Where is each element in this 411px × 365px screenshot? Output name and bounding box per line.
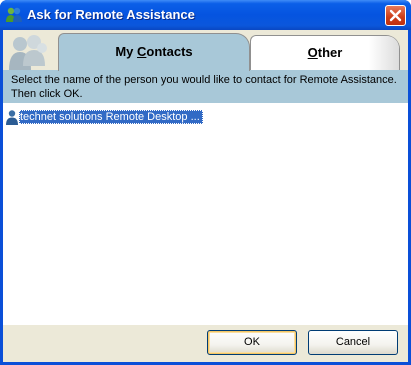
tab-my-contacts-label: My Contacts <box>115 44 193 59</box>
tab-other[interactable]: Other <box>250 35 400 71</box>
title-bar[interactable]: Ask for Remote Assistance <box>0 0 411 30</box>
window-title: Ask for Remote Assistance <box>27 7 195 22</box>
contact-icon <box>6 110 18 125</box>
cancel-button[interactable]: Cancel <box>308 330 398 355</box>
button-bar: OK Cancel <box>3 325 408 362</box>
contact-name[interactable]: technet solutions Remote Desktop ... <box>19 110 203 124</box>
contact-list[interactable]: technet solutions Remote Desktop ... <box>3 103 408 325</box>
tab-other-label: Other <box>307 45 343 60</box>
tab-my-contacts[interactable]: My Contacts <box>58 33 250 71</box>
ok-button[interactable]: OK <box>207 330 297 355</box>
remote-assistance-icon <box>6 7 22 22</box>
dialog-client-area: My Contacts Other Select the name of the… <box>3 30 408 362</box>
messenger-people-icon <box>9 35 47 70</box>
instructions-text: Select the name of the person you would … <box>3 70 408 103</box>
remote-assistance-window: Ask for Remote Assistance My Contacts Ot… <box>0 0 411 365</box>
tab-header: My Contacts Other <box>3 30 408 71</box>
close-icon <box>389 9 402 22</box>
close-button[interactable] <box>385 5 406 26</box>
